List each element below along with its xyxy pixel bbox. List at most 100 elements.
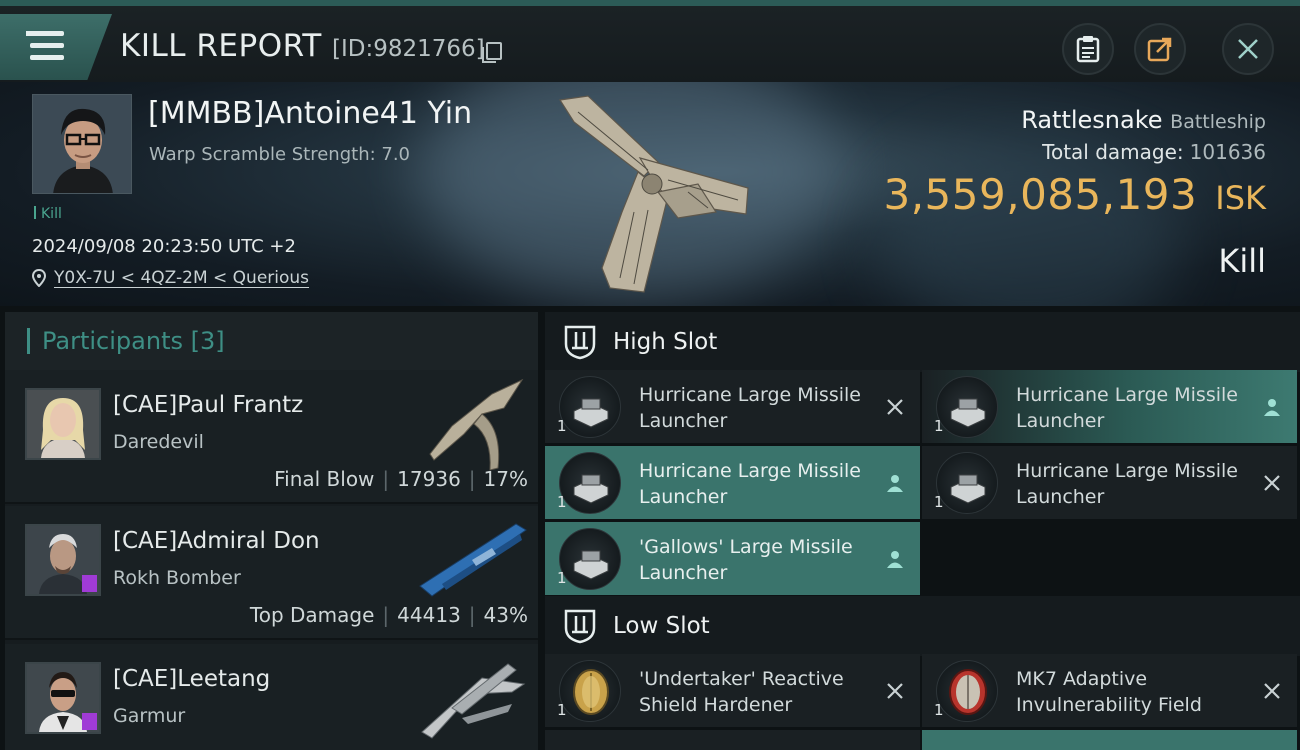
module-qty: 1	[934, 417, 944, 435]
kill-tag: Kill	[34, 206, 62, 222]
menu-button[interactable]	[0, 14, 112, 80]
warp-scramble-strength: Warp Scramble Strength: 7.0	[149, 144, 411, 165]
kill-datetime: 2024/09/08 20:23:50 UTC +2	[32, 236, 296, 257]
module-name: MK7 Adaptive Invulnerability Field	[1016, 668, 1202, 716]
module-qty: 1	[557, 493, 567, 511]
module-item-partial[interactable]	[922, 730, 1297, 750]
avatar	[25, 388, 101, 460]
kill-result: Kill	[1218, 242, 1266, 280]
ship-class: Battleship	[1170, 111, 1266, 133]
location-link[interactable]: Y0X-7U < 4QZ-2M < Querious	[54, 268, 309, 288]
module-qty: 1	[557, 417, 567, 435]
shield-hardener-icon	[559, 660, 621, 722]
launcher-icon	[559, 528, 621, 590]
ship-name: Rattlesnake	[1021, 106, 1163, 134]
isk-amount: 3,559,085,193	[883, 170, 1198, 219]
module-name: 'Gallows' Large Missile Launcher	[639, 536, 853, 584]
x-icon	[1264, 475, 1280, 491]
module-qty: 1	[557, 701, 567, 719]
victim-ship[interactable]: Rattlesnake Battleship	[1021, 106, 1266, 134]
module-item[interactable]: 1 Hurricane Large Missile Launcher	[545, 446, 920, 519]
module-item[interactable]: 1 'Gallows' Large Missile Launcher	[545, 522, 920, 595]
person-icon	[887, 551, 903, 568]
clipboard-icon	[1076, 36, 1100, 63]
participant-role: Final Blow	[274, 467, 375, 491]
module-name: Hurricane Large Missile Launcher	[639, 460, 861, 508]
participant-row[interactable]: [CAE]Leetang Garmur	[5, 644, 538, 750]
top-bar: KILL REPORT [ID:9821766]	[0, 0, 1300, 82]
launcher-icon	[559, 452, 621, 514]
participant-name[interactable]: [CAE]Leetang	[113, 666, 270, 692]
module-name: Hurricane Large Missile Launcher	[639, 384, 861, 432]
badge-icon	[82, 575, 97, 592]
slot-icon	[564, 609, 596, 644]
person-icon	[1264, 399, 1280, 416]
total-damage-label: Total damage:	[1042, 140, 1184, 164]
x-icon	[887, 683, 903, 699]
victim-portrait[interactable]	[32, 94, 132, 194]
low-slot-header[interactable]: Low Slot	[545, 596, 1300, 656]
badge-icon	[82, 713, 97, 730]
report-id: [ID:9821766]	[332, 36, 485, 62]
clipboard-button[interactable]	[1062, 23, 1114, 75]
high-slot-label: High Slot	[613, 329, 718, 355]
copy-icon[interactable]	[482, 42, 502, 63]
module-item[interactable]: 1 MK7 Adaptive Invulnerability Field	[922, 654, 1297, 727]
participant-name[interactable]: [CAE]Admiral Don	[113, 528, 320, 554]
participant-percent: 43%	[483, 603, 528, 627]
share-button[interactable]	[1134, 23, 1186, 75]
participant-ship: Daredevil	[113, 431, 204, 453]
share-icon	[1147, 37, 1172, 62]
module-item[interactable]: 1 Hurricane Large Missile Launcher	[545, 370, 920, 443]
participants-panel: Participants [3] [CAE]Paul Frantz Darede…	[5, 312, 538, 750]
launcher-icon	[936, 376, 998, 438]
participant-row[interactable]: [CAE]Paul Frantz Daredevil Final Blow | 17…	[5, 370, 538, 504]
victim-panel: [MMBB]Antoine41 Yin Warp Scramble Streng…	[0, 82, 1300, 306]
module-item[interactable]: 1 Hurricane Large Missile Launcher	[922, 446, 1297, 519]
location-pin-icon	[32, 269, 46, 287]
participant-percent: 17%	[483, 467, 528, 491]
slot-icon	[564, 325, 596, 360]
launcher-icon	[936, 452, 998, 514]
participants-header: Participants [3]	[5, 312, 538, 370]
module-item[interactable]: 1 'Undertaker' Reactive Shield Hardener	[545, 654, 920, 727]
avatar	[25, 662, 101, 734]
total-damage: Total damage: 101636	[1042, 140, 1266, 164]
participant-ship-image	[421, 663, 526, 739]
isk-unit: ISK	[1215, 179, 1266, 217]
participant-name[interactable]: [CAE]Paul Frantz	[113, 392, 303, 418]
module-name: Hurricane Large Missile Launcher	[1016, 460, 1238, 508]
module-item[interactable]: 1 Hurricane Large Missile Launcher	[922, 370, 1297, 443]
participant-row[interactable]: [CAE]Admiral Don Rokh Bomber Top Damage |…	[5, 506, 538, 640]
invulnerability-field-icon	[936, 660, 998, 722]
x-icon	[1264, 683, 1280, 699]
kill-location[interactable]: Y0X-7U < 4QZ-2M < Querious	[32, 268, 309, 288]
participant-stats: Top Damage | 44413 | 43%	[249, 603, 528, 627]
module-qty: 1	[934, 493, 944, 511]
participants-count: [3]	[190, 327, 225, 355]
participant-ship: Rokh Bomber	[113, 567, 241, 589]
participant-role: Top Damage	[249, 603, 375, 627]
participant-damage: 17936	[397, 467, 461, 491]
victim-name[interactable]: [MMBB]Antoine41 Yin	[148, 96, 472, 131]
x-icon	[887, 399, 903, 415]
high-slot-header[interactable]: High Slot	[545, 312, 1300, 372]
module-name: 'Undertaker' Reactive Shield Hardener	[639, 668, 844, 716]
avatar	[25, 524, 101, 596]
isk-value: 3,559,085,193 ISK	[883, 170, 1266, 219]
module-item-partial[interactable]	[545, 730, 920, 750]
module-qty: 1	[557, 569, 567, 587]
participant-damage: 44413	[397, 603, 461, 627]
low-slot-label: Low Slot	[613, 613, 710, 639]
launcher-icon	[559, 376, 621, 438]
close-button[interactable]	[1222, 23, 1274, 75]
participant-stats: Final Blow | 17936 | 17%	[274, 467, 528, 491]
participant-ship-image	[419, 523, 527, 597]
close-icon	[1238, 39, 1258, 59]
participants-label: Participants	[42, 327, 183, 355]
page-title: KILL REPORT	[120, 28, 322, 64]
participant-ship: Garmur	[113, 705, 186, 727]
module-qty: 1	[934, 701, 944, 719]
victim-ship-image	[558, 95, 749, 293]
person-icon	[887, 475, 903, 492]
